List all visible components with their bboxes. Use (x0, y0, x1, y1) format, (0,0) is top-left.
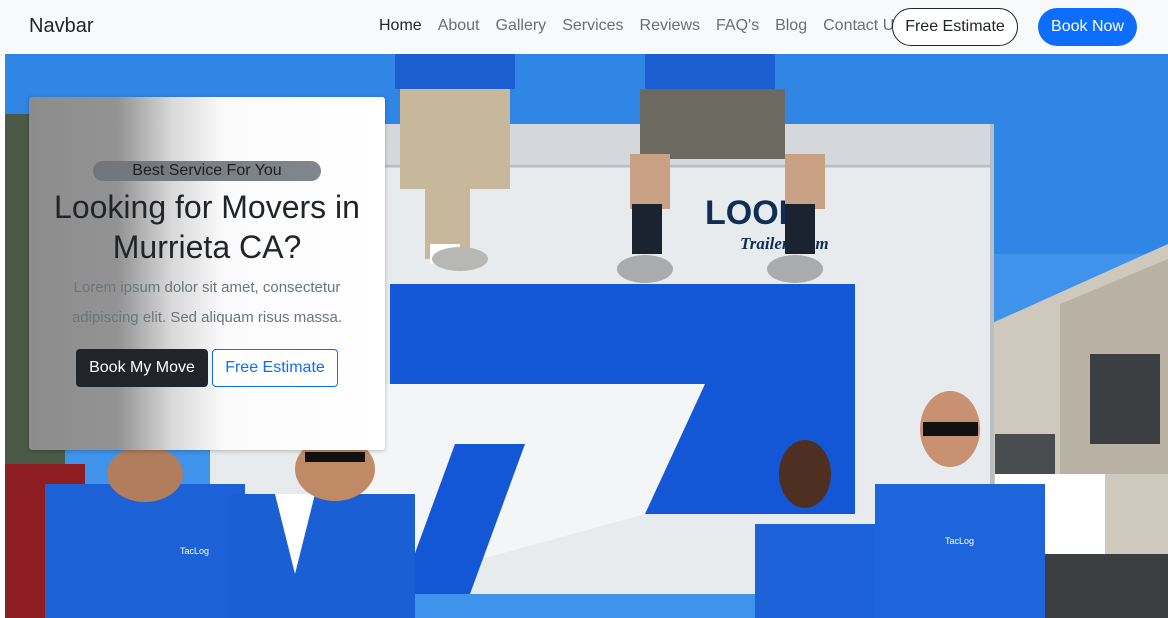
free-estimate-nav-button[interactable]: Free Estimate (892, 8, 1018, 46)
free-estimate-button[interactable]: Free Estimate (212, 349, 338, 387)
service-badge: Best Service For You (93, 161, 321, 181)
nav-link-faqs[interactable]: FAQ's (716, 17, 759, 35)
nav-link-about[interactable]: About (438, 17, 480, 35)
nav-link-blog[interactable]: Blog (775, 17, 807, 35)
hero-title: Looking for Movers in Murrieta CA? (54, 189, 360, 265)
book-my-move-button[interactable]: Book My Move (76, 349, 208, 387)
nav-link-services[interactable]: Services (562, 17, 623, 35)
nav-link-gallery[interactable]: Gallery (496, 17, 547, 35)
shirt-logo-2: TacLog (945, 536, 974, 546)
navbar: Navbar Home About Gallery Services Revie… (0, 0, 1168, 54)
nav-links: Home About Gallery Services Reviews FAQ'… (379, 17, 918, 35)
hero-card: Best Service For You Looking for Movers … (29, 97, 385, 450)
truck-subtext: Trailers.com (740, 234, 829, 253)
shirt-logo: TacLog (180, 546, 209, 556)
nav-link-contact[interactable]: Contact Us (823, 17, 902, 35)
hero-description: Lorem ipsum dolor sit amet, consectetur … (71, 279, 343, 326)
nav-link-reviews[interactable]: Reviews (640, 17, 700, 35)
nav-link-home[interactable]: Home (379, 17, 422, 35)
book-now-button[interactable]: Book Now (1038, 8, 1137, 46)
navbar-brand[interactable]: Navbar (29, 15, 93, 38)
